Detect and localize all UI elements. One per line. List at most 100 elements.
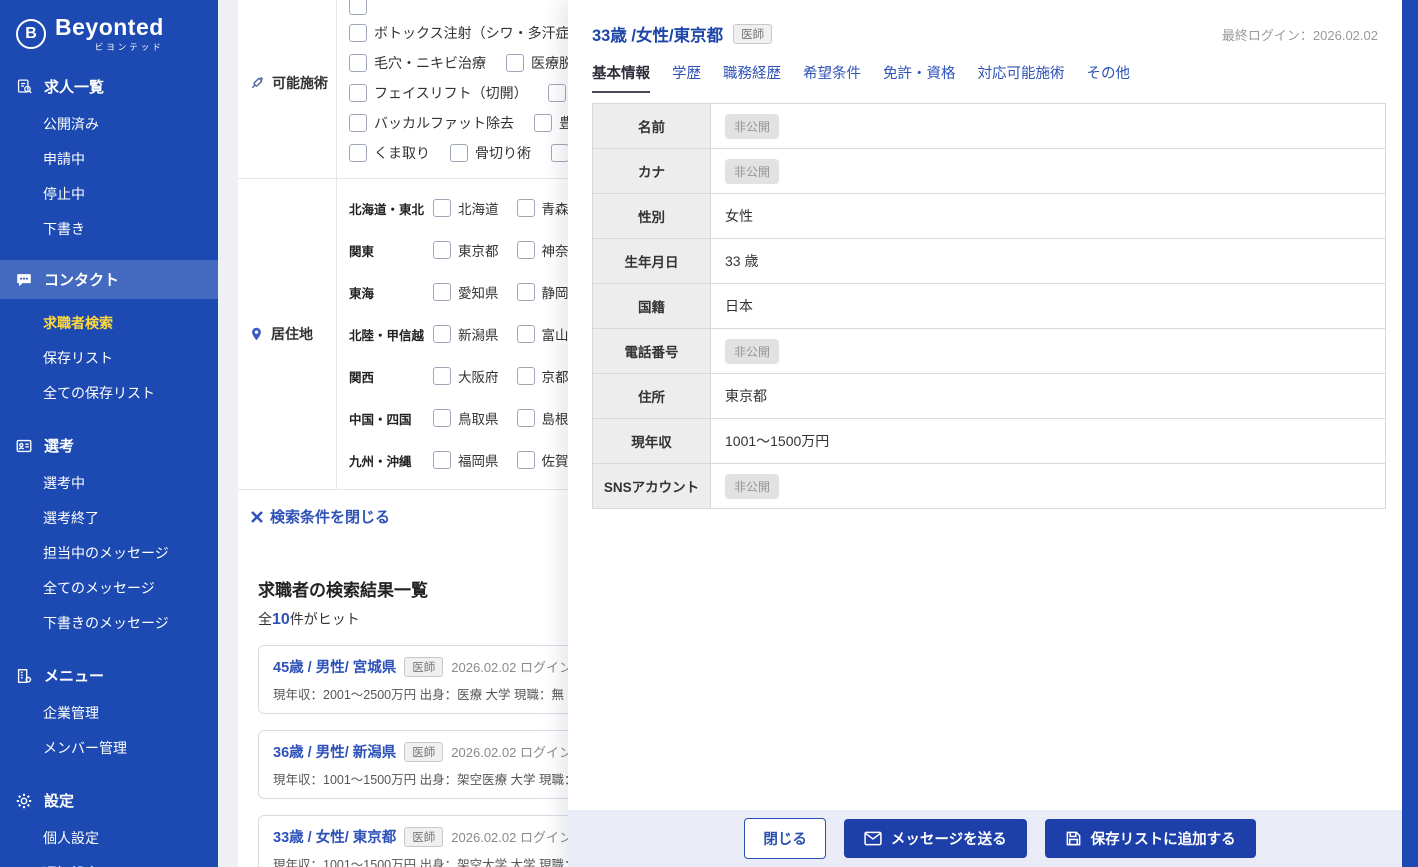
logo[interactable]: B Beyonted ビヨンテッド [0, 0, 218, 57]
result-login: 2026.02.02 ログイン [451, 745, 572, 760]
prefecture-checkbox[interactable] [433, 325, 451, 343]
prefecture-label: 新潟県 [458, 328, 499, 343]
sidebar-section-menu[interactable]: メニュー [0, 656, 218, 695]
treatment-checkbox[interactable] [547, 84, 566, 102]
treatment-label: フェイスリフト（切開） [374, 85, 528, 101]
region-name: 東海 [349, 286, 375, 301]
tab-other[interactable]: その他 [1087, 62, 1131, 93]
sidebar-section-contact[interactable]: コンタクト [0, 260, 218, 300]
prefecture-checkbox[interactable] [516, 451, 535, 469]
sidebar-item-draft-messages[interactable]: 下書きのメッセージ [0, 605, 218, 640]
info-row: カナ 非公開 [592, 148, 1386, 194]
tab-basic-info[interactable]: 基本情報 [592, 62, 650, 93]
sidebar-section-label: 求人一覧 [44, 79, 105, 97]
sidebar-item-all-messages[interactable]: 全てのメッセージ [0, 570, 218, 605]
prefecture-label: 東京都 [458, 244, 499, 259]
sidebar-item-member-admin[interactable]: メンバー管理 [0, 730, 218, 765]
sidebar-section-label: 設定 [44, 793, 75, 811]
info-label: 性別 [592, 193, 711, 239]
sidebar-nav: 求人一覧 公開済み 申請中 停止中 下書き コンタクト 求職者検索 保存リスト … [0, 67, 218, 867]
scrollbar-track[interactable] [1402, 0, 1418, 867]
prefecture-checkbox[interactable] [433, 409, 451, 427]
info-row: 国籍 日本 [592, 283, 1386, 329]
tab-work-history[interactable]: 職務経歴 [723, 62, 781, 93]
treatment-checkbox[interactable] [349, 144, 367, 162]
info-label: 電話番号 [592, 328, 711, 374]
prefecture-checkbox[interactable] [433, 367, 451, 385]
treatment-checkbox[interactable] [349, 84, 367, 102]
tab-available-treatments[interactable]: 対応可能施術 [978, 62, 1065, 93]
info-row: 現年収 1001〜1500万円 [592, 418, 1386, 464]
result-title: 45歳 / 男性/ 宮城県 [273, 660, 397, 676]
prefecture-checkbox[interactable] [516, 241, 535, 259]
sidebar-item-in-selection[interactable]: 選考中 [0, 465, 218, 500]
treatment-checkbox[interactable] [506, 54, 524, 72]
detail-title: 33歳 /女性/東京都 [592, 27, 724, 45]
sidebar-item-stopped[interactable]: 停止中 [0, 176, 218, 211]
info-label: カナ [592, 148, 711, 194]
job-list-icon [15, 78, 33, 95]
info-row: 名前 非公開 [592, 103, 1386, 149]
treatment-checkbox[interactable] [551, 144, 569, 162]
sidebar-item-selection-finished[interactable]: 選考終了 [0, 500, 218, 535]
sidebar-item-my-messages[interactable]: 担当中のメッセージ [0, 535, 218, 570]
sidebar-item-saved-list[interactable]: 保存リスト [0, 340, 218, 375]
treatments-filter-label: 可能施術 [272, 75, 328, 91]
prefecture-label: 愛知県 [458, 286, 499, 301]
prefecture-checkbox[interactable] [516, 325, 535, 343]
prefecture-label: 鳥取県 [458, 412, 499, 427]
prefecture-checkbox[interactable] [433, 199, 451, 217]
doctor-badge: 医師 [404, 656, 444, 677]
treatment-checkbox[interactable] [534, 114, 552, 132]
add-to-saved-list-button[interactable]: 保存リストに追加する [1044, 819, 1256, 858]
chat-icon [15, 271, 33, 289]
close-search-conditions-link[interactable]: 検索条件を閉じる [250, 506, 390, 527]
prefecture-checkbox[interactable] [433, 241, 451, 259]
info-label: 国籍 [592, 283, 711, 329]
prefecture-checkbox[interactable] [516, 283, 535, 301]
prefecture-checkbox[interactable] [433, 451, 451, 469]
treatment-checkbox[interactable] [349, 54, 367, 72]
region-name: 北海道・東北 [349, 202, 425, 217]
close-icon [250, 510, 264, 524]
prefecture-checkbox[interactable] [433, 283, 451, 301]
sidebar-section-selection[interactable]: 選考 [0, 426, 218, 465]
syringe-icon [249, 75, 265, 91]
tab-education[interactable]: 学歴 [672, 62, 701, 93]
info-label: 住所 [592, 373, 711, 419]
sidebar-section-settings[interactable]: 設定 [0, 781, 218, 820]
logo-subtitle: ビヨンテッド [94, 42, 164, 53]
sidebar-item-company-admin[interactable]: 企業管理 [0, 695, 218, 730]
sidebar-section-label: コンタクト [44, 272, 120, 290]
private-badge: 非公開 [725, 473, 780, 499]
sidebar-item-candidate-search[interactable]: 求職者検索 [0, 305, 218, 340]
sidebar-item-personal-settings[interactable]: 個人設定 [0, 820, 218, 855]
info-row: 性別 女性 [592, 193, 1386, 239]
sidebar-section-label: メニュー [44, 668, 105, 686]
treatment-label: 骨切り術 [475, 145, 531, 161]
logo-icon: B [16, 19, 46, 50]
treatment-checkbox[interactable] [450, 144, 468, 162]
prefecture-checkbox[interactable] [516, 199, 535, 217]
prefecture-checkbox[interactable] [516, 409, 535, 427]
info-label: 現年収 [592, 418, 711, 464]
prefecture-checkbox[interactable] [516, 367, 535, 385]
tab-licenses[interactable]: 免許・資格 [883, 62, 956, 93]
tab-preferences[interactable]: 希望条件 [803, 62, 861, 93]
sidebar-section-job-list[interactable]: 求人一覧 [0, 67, 218, 106]
sidebar-item-applying[interactable]: 申請中 [0, 141, 218, 176]
treatment-checkbox[interactable] [349, 24, 367, 42]
close-button[interactable]: 閉じる [744, 818, 826, 859]
treatment-checkbox[interactable] [349, 0, 367, 15]
prefecture-label: 福岡県 [458, 454, 499, 469]
treatment-checkbox[interactable] [349, 114, 367, 132]
sidebar-item-draft[interactable]: 下書き [0, 211, 218, 246]
sidebar-item-notification-settings[interactable]: 通知設定 [0, 855, 218, 867]
result-login: 2026.02.02 ログイン [451, 830, 572, 845]
send-message-button[interactable]: メッセージを送る [843, 819, 1027, 858]
sidebar-item-all-saved-lists[interactable]: 全ての保存リスト [0, 375, 218, 410]
result-login: 2026.02.02 ログイン [451, 660, 572, 675]
basic-info-table: 名前 非公開 カナ 非公開 性別 女性 生年月日 33 歳 国籍 日本 電話番号… [592, 103, 1386, 509]
sidebar-item-published[interactable]: 公開済み [0, 106, 218, 141]
location-pin-icon [249, 326, 264, 342]
